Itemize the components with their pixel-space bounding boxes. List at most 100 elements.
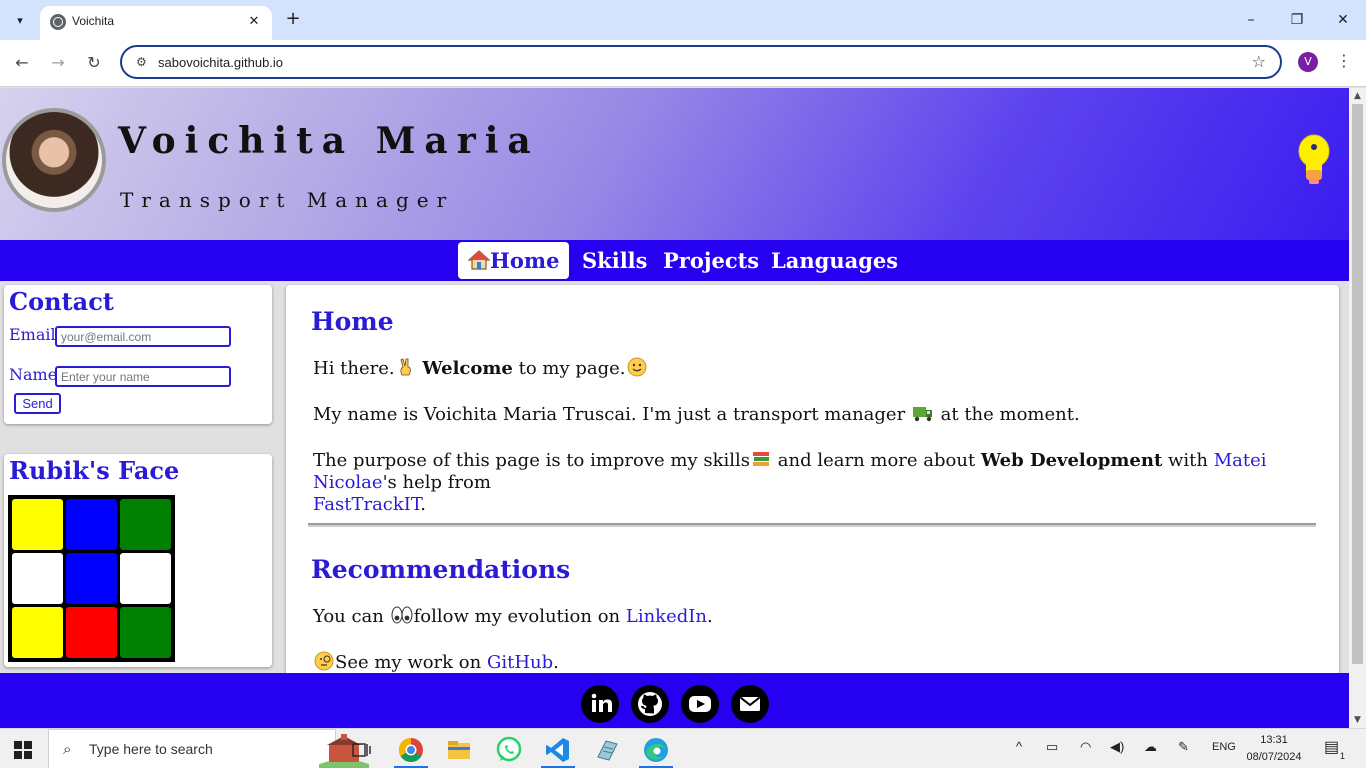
- avatar: [2, 108, 106, 212]
- nav-home-label: Home: [490, 248, 560, 273]
- rubik-square: [12, 553, 63, 604]
- page-viewport: Voichita Maria Transport Manager Home Sk…: [0, 88, 1349, 728]
- linkedin-icon[interactable]: [581, 685, 619, 723]
- linkedin-link[interactable]: LinkedIn: [626, 606, 707, 627]
- rubik-square: [120, 553, 171, 604]
- chrome-icon[interactable]: [396, 735, 426, 765]
- name-field[interactable]: [55, 366, 231, 387]
- rubik-card: Rubik's Face: [4, 454, 272, 667]
- github-text: See my work on: [335, 652, 487, 673]
- restore-button[interactable]: ❐: [1274, 6, 1320, 34]
- truck-icon: [912, 407, 932, 422]
- github-paragraph: See my work on GitHub.: [313, 651, 559, 674]
- divider: [308, 523, 1316, 527]
- smile-icon: [627, 357, 646, 377]
- email-icon[interactable]: [731, 685, 769, 723]
- site-info-icon[interactable]: ⚙: [136, 55, 147, 69]
- close-window-button[interactable]: ✕: [1320, 6, 1366, 34]
- recommendations-heading: Recommendations: [311, 555, 571, 584]
- linkedin-text: You can: [313, 606, 390, 627]
- vscode-icon[interactable]: [543, 735, 573, 765]
- edge-icon[interactable]: [641, 735, 671, 765]
- notification-icon[interactable]: ▤: [1324, 737, 1339, 757]
- intro-text: My name is Voichita Maria Truscai. I'm j…: [313, 404, 911, 425]
- name-label: Name: [9, 365, 58, 384]
- onedrive-icon[interactable]: ☁: [1144, 739, 1157, 755]
- profile-avatar[interactable]: V: [1298, 52, 1318, 72]
- chevron-up-icon[interactable]: ^: [1016, 739, 1022, 754]
- rubik-square: [66, 607, 117, 658]
- tab-title: Voichita: [72, 14, 115, 28]
- hero-role: Transport Manager: [120, 188, 455, 212]
- hero-header: Voichita Maria Transport Manager: [0, 88, 1349, 240]
- rubik-square: [12, 607, 63, 658]
- notepad-icon[interactable]: [592, 735, 622, 765]
- task-view-icon[interactable]: [346, 735, 376, 765]
- scroll-up-arrow[interactable]: ▲: [1352, 89, 1363, 103]
- nav-home[interactable]: Home: [458, 242, 570, 279]
- send-button[interactable]: Send: [14, 393, 61, 414]
- welcome-text: Welcome: [422, 358, 513, 379]
- taskbar-search[interactable]: ⌕ Type here to search: [48, 729, 369, 768]
- linkedin-paragraph: You can follow my evolution on LinkedIn.: [313, 605, 713, 628]
- language-indicator[interactable]: ENG: [1212, 741, 1236, 753]
- file-explorer-icon[interactable]: [444, 735, 474, 765]
- globe-icon: [50, 14, 66, 30]
- lightbulb-icon[interactable]: [1297, 134, 1331, 186]
- fasttrackit-link[interactable]: FastTrackIT: [313, 494, 420, 515]
- email-label: Email: [9, 325, 56, 344]
- scrollbar-thumb[interactable]: [1352, 104, 1363, 664]
- house-icon: [467, 250, 491, 270]
- new-tab-button[interactable]: +: [282, 8, 304, 30]
- url-text[interactable]: sabovoichita.github.io: [158, 55, 283, 70]
- rubik-square: [66, 499, 117, 550]
- nav-skills[interactable]: Skills: [582, 242, 647, 279]
- rubik-face: [8, 495, 175, 662]
- browser-tab[interactable]: Voichita ✕: [40, 6, 272, 40]
- notification-count: 1: [1340, 751, 1346, 761]
- windows-start-icon[interactable]: [14, 741, 32, 759]
- purpose-text: The purpose of this page is to improve m…: [313, 450, 751, 471]
- volume-icon[interactable]: ◀): [1110, 739, 1124, 755]
- purpose-period: .: [420, 494, 427, 515]
- close-icon[interactable]: ✕: [244, 12, 264, 32]
- footer: [0, 673, 1349, 728]
- rubik-square: [120, 607, 171, 658]
- battery-icon[interactable]: ▭: [1046, 739, 1058, 755]
- browser-toolbar: ← → ↻ ⚙ sabovoichita.github.io ☆ V ⋮: [0, 40, 1366, 87]
- nav-projects[interactable]: Projects: [663, 242, 759, 279]
- reload-button[interactable]: ↻: [82, 51, 106, 75]
- nav-languages[interactable]: Languages: [771, 242, 898, 279]
- rubik-square: [12, 499, 63, 550]
- search-placeholder: Type here to search: [89, 741, 213, 757]
- star-icon[interactable]: ☆: [1252, 52, 1266, 71]
- taskbar: ⌕ Type here to search ^ ▭ ◠ ◀) ☁ ✎ ENG 1…: [0, 728, 1366, 768]
- pen-icon[interactable]: ✎: [1178, 739, 1189, 755]
- back-button[interactable]: ←: [10, 51, 34, 75]
- forward-button[interactable]: →: [46, 51, 70, 75]
- email-field[interactable]: [55, 326, 231, 347]
- rubik-title: Rubik's Face: [9, 456, 180, 485]
- address-bar[interactable]: ⚙ sabovoichita.github.io ☆: [120, 45, 1282, 79]
- youtube-icon[interactable]: [681, 685, 719, 723]
- whatsapp-icon[interactable]: [494, 735, 524, 765]
- clock[interactable]: 13:31 08/07/2024: [1244, 732, 1304, 766]
- main-content-card: Home Hi there. Welcome to my page. My na…: [286, 285, 1339, 728]
- greeting-tail: to my page.: [512, 358, 626, 379]
- clock-time: 13:31: [1260, 734, 1288, 746]
- network-icon[interactable]: ◠: [1080, 739, 1091, 755]
- monocle-face-icon: [314, 651, 334, 671]
- vertical-scrollbar[interactable]: ▲ ▼: [1349, 88, 1366, 728]
- menu-icon[interactable]: ⋮: [1336, 51, 1352, 70]
- github-link[interactable]: GitHub: [487, 652, 553, 673]
- purpose-text-3: with: [1162, 450, 1214, 471]
- github-icon[interactable]: [631, 685, 669, 723]
- contact-card: Contact Email Name Send: [4, 285, 272, 424]
- purpose-paragraph: The purpose of this page is to improve m…: [313, 449, 1313, 516]
- tab-search-button[interactable]: ▾: [7, 8, 33, 32]
- main-nav: Home Skills Projects Languages: [0, 240, 1349, 281]
- rubik-square: [120, 499, 171, 550]
- minimize-button[interactable]: –: [1228, 6, 1274, 34]
- scroll-down-arrow[interactable]: ▼: [1352, 713, 1363, 727]
- search-icon: ⌕: [63, 740, 72, 758]
